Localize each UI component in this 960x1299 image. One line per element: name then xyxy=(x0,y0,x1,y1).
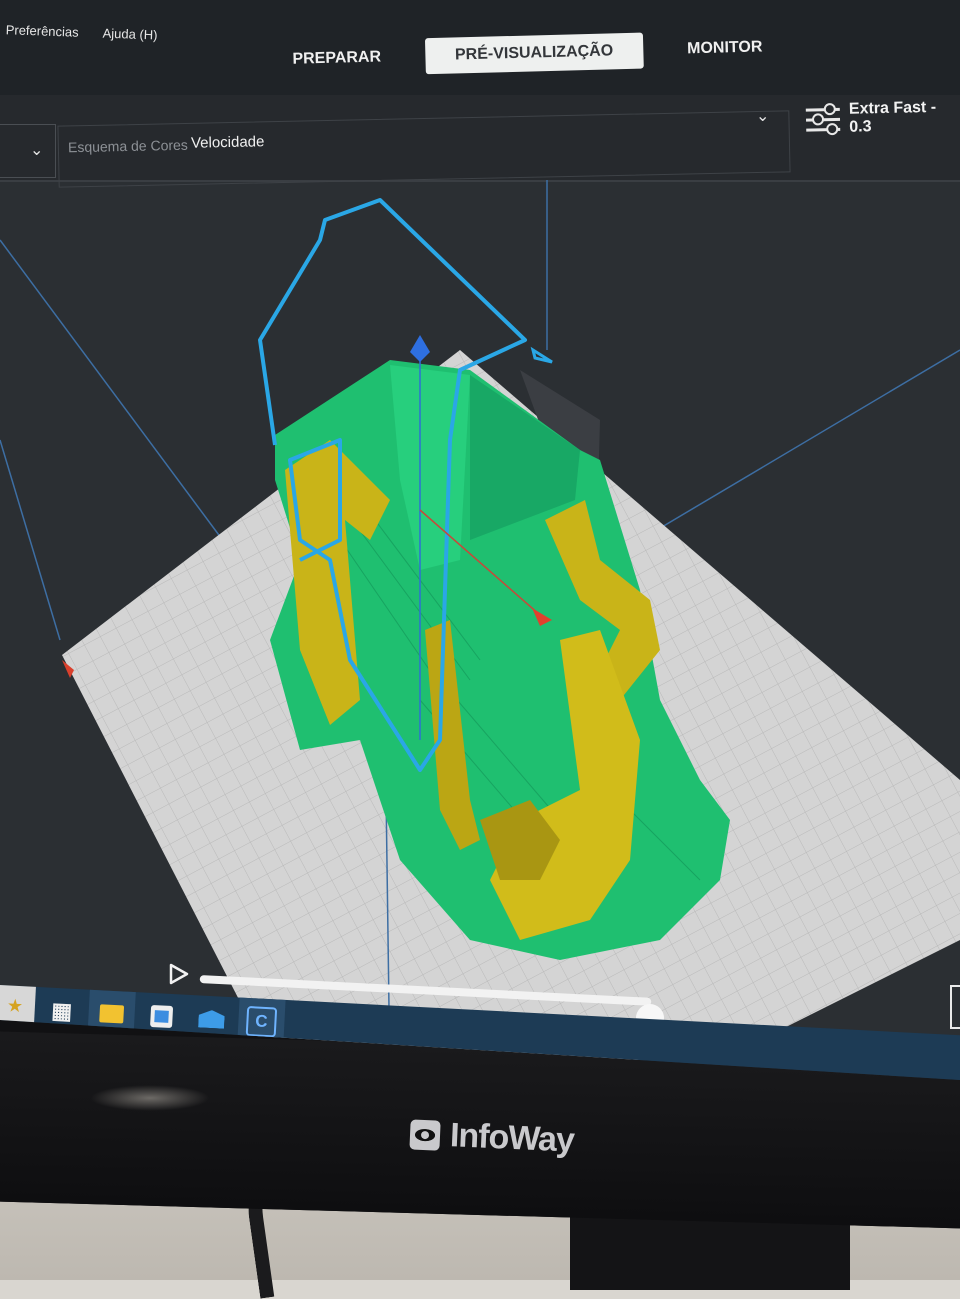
z-axis-arrow[interactable] xyxy=(410,335,430,362)
color-scheme-label: Esquema de Cores xyxy=(67,136,188,156)
view-type-dropdown[interactable] xyxy=(0,124,56,178)
screen: Preferências Ajuda (H) PREPARAR PRÉ-VISU… xyxy=(0,0,960,1080)
menu-help[interactable]: Ajuda (H) xyxy=(102,26,157,58)
build-volume-edge xyxy=(0,439,61,641)
chevron-down-icon[interactable]: ⌄ xyxy=(756,106,769,126)
infoway-logo-icon xyxy=(409,1118,441,1151)
tab-prepare[interactable]: PREPARAR xyxy=(282,40,391,77)
menu-preferences[interactable]: Preferências xyxy=(5,22,78,55)
chevron-down-icon[interactable]: ⌄ xyxy=(30,140,43,160)
travel-marker xyxy=(530,346,553,364)
side-panel-button[interactable] xyxy=(950,985,960,1029)
monitor-brand: InfoWay xyxy=(409,1114,575,1160)
build-volume-edge xyxy=(639,349,960,541)
tab-monitor[interactable]: MONITOR xyxy=(677,30,773,66)
3d-viewport[interactable] xyxy=(0,180,960,1080)
preview-canvas xyxy=(0,180,960,1080)
print-settings-button[interactable]: Extra Fast - 0.3 xyxy=(805,98,960,137)
build-volume-edge xyxy=(0,239,231,551)
brand-name: InfoWay xyxy=(449,1116,575,1160)
play-icon[interactable] xyxy=(168,962,190,986)
settings-sliders-icon xyxy=(805,102,841,136)
print-profile-label: Extra Fast - 0.3 xyxy=(848,98,937,136)
bezel-dust xyxy=(90,1085,210,1111)
tab-preview[interactable]: PRÉ-VISUALIZAÇÃO xyxy=(424,32,644,75)
color-scheme-value[interactable]: Velocidade xyxy=(191,133,265,152)
